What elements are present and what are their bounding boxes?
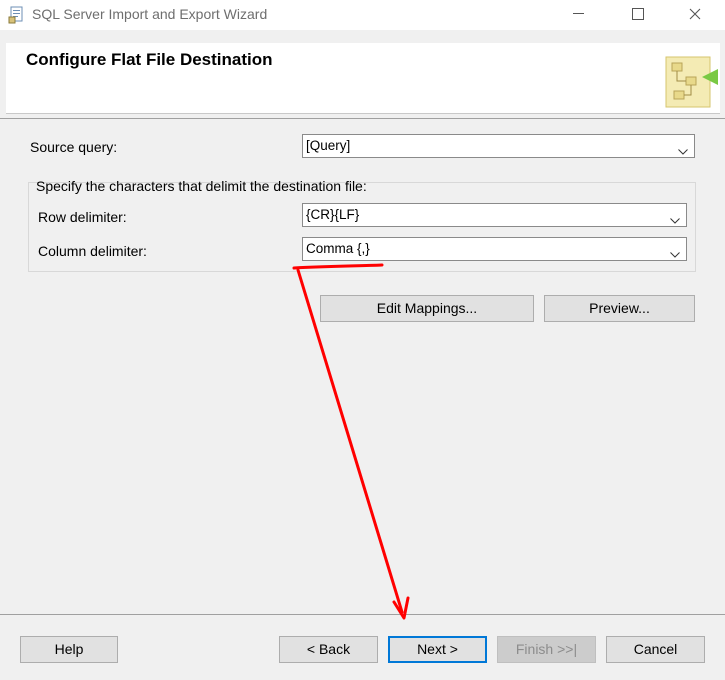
annotation-arrow: [292, 263, 410, 620]
